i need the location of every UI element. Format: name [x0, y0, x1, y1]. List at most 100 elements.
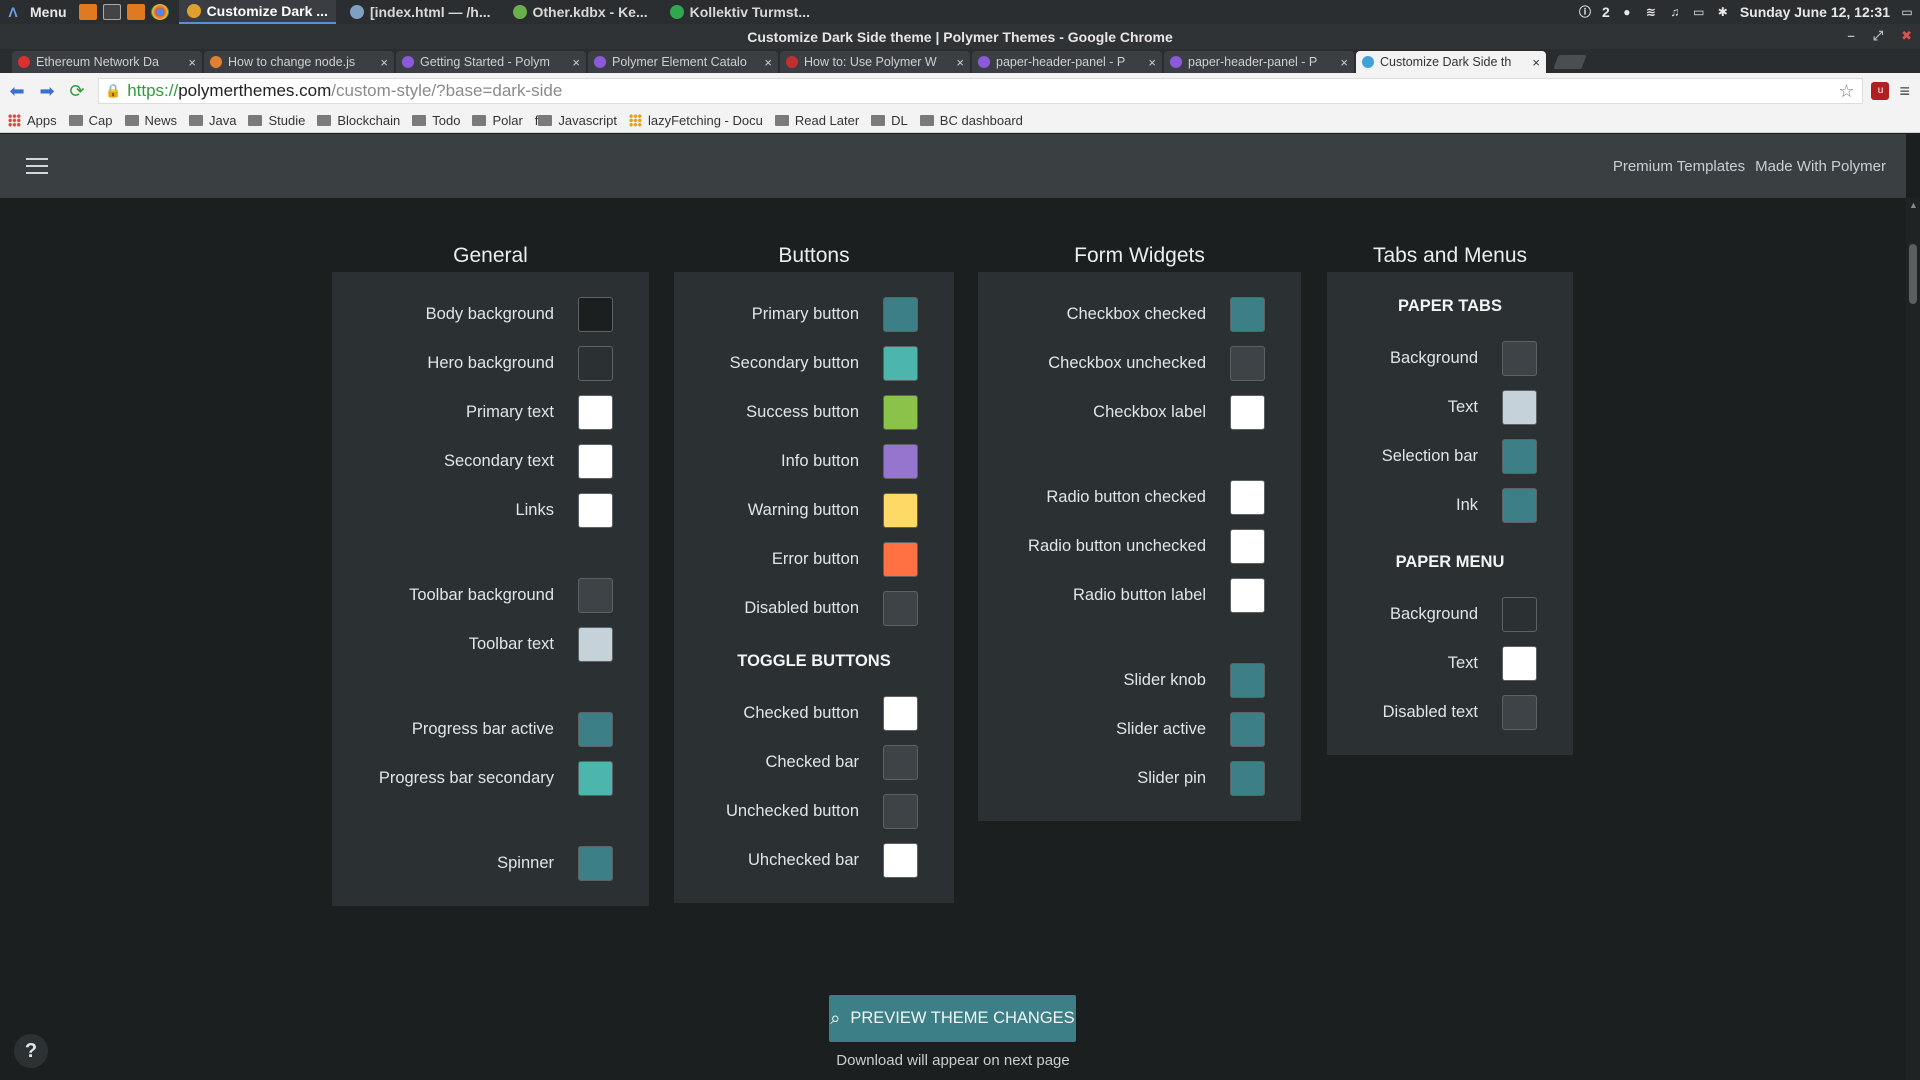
color-swatch[interactable]	[883, 843, 918, 878]
scroll-up-icon[interactable]: ▲	[1909, 200, 1918, 210]
color-swatch[interactable]	[883, 395, 918, 430]
os-menu-button[interactable]: Menu	[30, 4, 67, 20]
color-swatch[interactable]	[1230, 529, 1265, 564]
music-icon[interactable]: ♫	[1668, 5, 1682, 19]
made-with-polymer-link[interactable]: Made With Polymer	[1755, 158, 1886, 175]
bookmark-item[interactable]: Read Later	[774, 113, 859, 128]
chrome-menu-icon[interactable]: ≡	[1899, 81, 1910, 102]
bookmark-item[interactable]: Javascript	[538, 113, 617, 128]
tab-close-icon[interactable]: ×	[956, 55, 964, 70]
tab-close-icon[interactable]: ×	[1148, 55, 1156, 70]
color-swatch[interactable]	[1230, 346, 1265, 381]
show-desktop-icon[interactable]: ▭	[1900, 5, 1914, 19]
color-swatch[interactable]	[578, 346, 613, 381]
browser-tab[interactable]: Getting Started - Polym ×	[396, 51, 586, 73]
browser-tab[interactable]: How to: Use Polymer W ×	[780, 51, 970, 73]
taskbar-task[interactable]: Customize Dark ...	[178, 0, 336, 24]
premium-templates-link[interactable]: Premium Templates	[1613, 158, 1745, 175]
browser-tab[interactable]: paper-header-panel - P ×	[1164, 51, 1354, 73]
color-swatch[interactable]	[1230, 663, 1265, 698]
color-swatch[interactable]	[1230, 761, 1265, 796]
browser-tab[interactable]: paper-header-panel - P ×	[972, 51, 1162, 73]
color-swatch[interactable]	[883, 297, 918, 332]
color-swatch[interactable]	[578, 846, 613, 881]
tab-close-icon[interactable]: ×	[188, 55, 196, 70]
bookmark-item[interactable]: Java	[189, 113, 236, 128]
files-launcher-icon[interactable]	[78, 4, 97, 20]
color-swatch[interactable]	[1502, 646, 1537, 681]
color-swatch[interactable]	[1230, 712, 1265, 747]
browser-tab[interactable]: Polymer Element Catalo ×	[588, 51, 778, 73]
color-swatch[interactable]	[883, 346, 918, 381]
color-swatch[interactable]	[1502, 439, 1537, 474]
taskbar-task[interactable]: Kollektiv Turmst...	[662, 0, 818, 24]
bookmark-star-icon[interactable]: ☆	[1838, 81, 1854, 102]
color-swatch[interactable]	[578, 395, 613, 430]
preview-theme-changes-button[interactable]: ⌕ PREVIEW THEME CHANGES	[829, 995, 1076, 1042]
color-swatch[interactable]	[578, 761, 613, 796]
tab-close-icon[interactable]: ×	[572, 55, 580, 70]
color-swatch[interactable]	[578, 712, 613, 747]
help-button[interactable]: ?	[14, 1034, 48, 1068]
app-menu-logo-icon[interactable]: Λ	[2, 4, 24, 20]
back-icon[interactable]: ⬅	[4, 78, 30, 104]
tab-close-icon[interactable]: ×	[1340, 55, 1348, 70]
color-swatch[interactable]	[883, 444, 918, 479]
bookmark-item[interactable]: Polar	[472, 113, 523, 128]
color-swatch[interactable]	[1230, 297, 1265, 332]
page-scrollbar[interactable]: ▲	[1906, 198, 1920, 1080]
bookmark-item[interactable]: Blockchain	[317, 113, 400, 128]
browser-tab[interactable]: Ethereum Network Da ×	[12, 51, 202, 73]
bookmark-item[interactable]: DL	[871, 113, 908, 128]
color-swatch[interactable]	[578, 627, 613, 662]
terminal-launcher-icon[interactable]	[102, 4, 121, 20]
bookmark-item[interactable]: News	[124, 113, 177, 128]
bookmark-item[interactable]: Studie	[248, 113, 305, 128]
bookmark-item[interactable]: Cap	[68, 113, 113, 128]
color-swatch[interactable]	[578, 493, 613, 528]
color-swatch[interactable]	[883, 745, 918, 780]
color-swatch[interactable]	[883, 493, 918, 528]
lock-icon[interactable]: 🔒	[105, 83, 121, 99]
color-swatch[interactable]	[883, 591, 918, 626]
color-swatch[interactable]	[1502, 488, 1537, 523]
new-tab-button[interactable]	[1553, 55, 1587, 69]
maximize-icon[interactable]: ⤢	[1873, 28, 1883, 44]
color-swatch[interactable]	[883, 542, 918, 577]
bookmark-item[interactable]: Apps	[8, 113, 57, 128]
color-swatch[interactable]	[883, 794, 918, 829]
minimize-icon[interactable]: –	[1847, 28, 1854, 44]
drawer-menu-icon[interactable]	[26, 158, 48, 174]
color-swatch[interactable]	[578, 297, 613, 332]
taskbar-task[interactable]: [index.html — /h...	[342, 0, 499, 24]
color-swatch[interactable]	[578, 578, 613, 613]
color-swatch[interactable]	[1502, 695, 1537, 730]
browser-tab[interactable]: How to change node.js ×	[204, 51, 394, 73]
color-swatch[interactable]	[1230, 395, 1265, 430]
color-swatch[interactable]	[1502, 390, 1537, 425]
folder-launcher-icon[interactable]	[126, 4, 145, 20]
bookmark-item[interactable]: Todo	[412, 113, 460, 128]
user-icon[interactable]: ●	[1620, 5, 1634, 19]
color-swatch[interactable]	[1502, 341, 1537, 376]
scroll-thumb[interactable]	[1909, 244, 1917, 304]
color-swatch[interactable]	[1230, 480, 1265, 515]
wifi-icon[interactable]: ≋	[1644, 5, 1658, 19]
address-bar[interactable]: 🔒 https://polymerthemes.com/custom-style…	[98, 78, 1864, 104]
bookmark-item[interactable]: lazyFetching - Docu	[628, 113, 763, 128]
chrome-launcher-icon[interactable]	[150, 4, 169, 20]
bookmark-item[interactable]: BC dashboard	[919, 113, 1023, 128]
taskbar-task[interactable]: Other.kdbx - Ke...	[505, 0, 656, 24]
settings-icon[interactable]: ✱	[1716, 5, 1730, 19]
reload-icon[interactable]: ⟳	[64, 78, 90, 104]
tab-close-icon[interactable]: ×	[380, 55, 388, 70]
tab-close-icon[interactable]: ×	[1532, 55, 1540, 70]
ublock-extension-icon[interactable]: u	[1871, 82, 1890, 100]
color-swatch[interactable]	[1502, 597, 1537, 632]
tab-close-icon[interactable]: ×	[764, 55, 772, 70]
battery-icon[interactable]: ▭	[1692, 5, 1706, 19]
forward-icon[interactable]: ➡	[34, 78, 60, 104]
notification-icon[interactable]: ⓘ	[1578, 5, 1592, 19]
color-swatch[interactable]	[1230, 578, 1265, 613]
close-window-icon[interactable]: ✖	[1901, 28, 1912, 44]
